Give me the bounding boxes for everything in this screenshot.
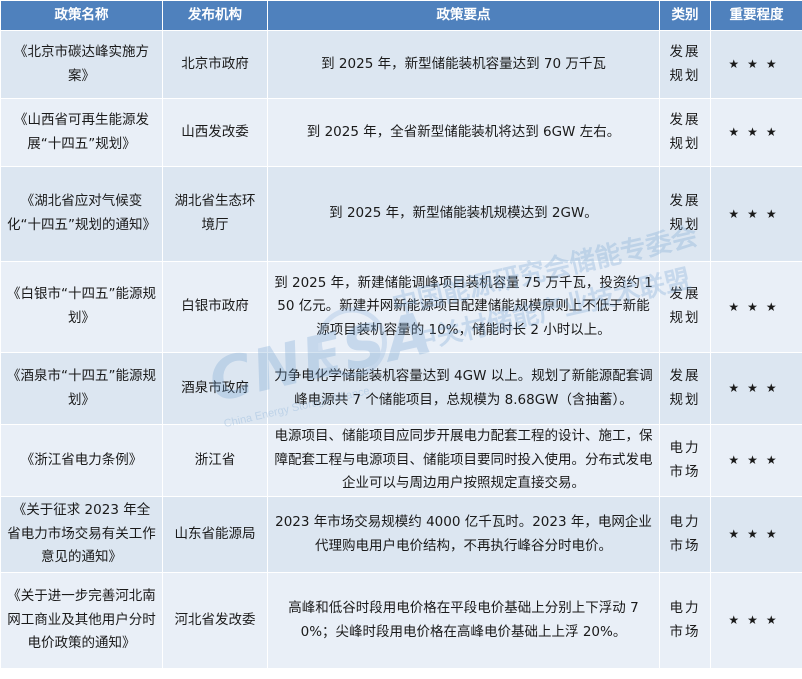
importance-stars: ★★★ xyxy=(710,261,802,353)
policy-name: 《湖北省应对气候变化“十四五”规划的通知》 xyxy=(0,166,163,262)
table-row: 《关于征求 2023 年全省电力市场交易有关工作意见的通知》 山东省能源局 20… xyxy=(0,496,802,573)
header-policy-name: 政策名称 xyxy=(0,0,163,31)
key-points: 到 2025 年，新建储能调峰项目装机容量 75 万千瓦，投资约 150 亿元。… xyxy=(267,261,660,353)
header-issuer: 发布机构 xyxy=(162,0,268,31)
policy-table: 政策名称 发布机构 政策要点 类别 重要程度 《北京市碳达峰实施方案》 北京市政… xyxy=(0,0,802,669)
table-row: 《北京市碳达峰实施方案》 北京市政府 到 2025 年，新型储能装机容量达到 7… xyxy=(0,30,802,99)
category: 发展规划 xyxy=(659,98,711,167)
category: 发展规划 xyxy=(659,261,711,353)
policy-name: 《酒泉市“十四五”能源规划》 xyxy=(0,352,163,425)
table-row: 《酒泉市“十四五”能源规划》 酒泉市政府 力争电化学储能装机容量达到 4GW 以… xyxy=(0,352,802,425)
category: 发展规划 xyxy=(659,166,711,262)
key-points: 2023 年市场交易规模约 4000 亿千瓦时。2023 年，电网企业代理购电用… xyxy=(267,496,660,573)
policy-name: 《北京市碳达峰实施方案》 xyxy=(0,30,163,99)
issuer: 山东省能源局 xyxy=(162,496,268,573)
importance-stars: ★★★ xyxy=(710,496,802,573)
table-row: 《关于进一步完善河北南网工商业及其他用户分时电价政策的通知》 河北省发改委 高峰… xyxy=(0,572,802,669)
importance-stars: ★★★ xyxy=(710,424,802,497)
policy-table-page: 政策名称 发布机构 政策要点 类别 重要程度 《北京市碳达峰实施方案》 北京市政… xyxy=(0,0,802,679)
table-row: 《浙江省电力条例》 浙江省 电源项目、储能项目应同步开展电力配套工程的设计、施工… xyxy=(0,424,802,497)
category: 发展规划 xyxy=(659,30,711,99)
issuer: 河北省发改委 xyxy=(162,572,268,669)
category: 发展规划 xyxy=(659,352,711,425)
key-points: 到 2025 年，全省新型储能装机将达到 6GW 左右。 xyxy=(267,98,660,167)
issuer: 山西发改委 xyxy=(162,98,268,167)
key-points: 到 2025 年，新型储能装机容量达到 70 万千瓦 xyxy=(267,30,660,99)
policy-name: 《关于征求 2023 年全省电力市场交易有关工作意见的通知》 xyxy=(0,496,163,573)
key-points: 电源项目、储能项目应同步开展电力配套工程的设计、施工，保障配套工程与电源项目、储… xyxy=(267,424,660,497)
policy-name: 《浙江省电力条例》 xyxy=(0,424,163,497)
issuer: 浙江省 xyxy=(162,424,268,497)
importance-stars: ★★★ xyxy=(710,98,802,167)
importance-stars: ★★★ xyxy=(710,30,802,99)
category: 电力市场 xyxy=(659,424,711,497)
policy-name: 《关于进一步完善河北南网工商业及其他用户分时电价政策的通知》 xyxy=(0,572,163,669)
importance-stars: ★★★ xyxy=(710,572,802,669)
issuer: 北京市政府 xyxy=(162,30,268,99)
policy-name: 《山西省可再生能源发展“十四五”规划》 xyxy=(0,98,163,167)
key-points: 到 2025 年，新型储能装机规模达到 2GW。 xyxy=(267,166,660,262)
table-row: 《白银市“十四五”能源规划》 白银市政府 到 2025 年，新建储能调峰项目装机… xyxy=(0,261,802,353)
table-row: 《山西省可再生能源发展“十四五”规划》 山西发改委 到 2025 年，全省新型储… xyxy=(0,98,802,167)
issuer: 酒泉市政府 xyxy=(162,352,268,425)
key-points: 高峰和低谷时段用电价格在平段电价基础上分别上下浮动 70%；尖峰时段用电价格在高… xyxy=(267,572,660,669)
issuer: 湖北省生态环境厅 xyxy=(162,166,268,262)
header-category: 类别 xyxy=(659,0,711,31)
category: 电力市场 xyxy=(659,496,711,573)
table-header-row: 政策名称 发布机构 政策要点 类别 重要程度 xyxy=(0,0,802,31)
importance-stars: ★★★ xyxy=(710,166,802,262)
header-key-points: 政策要点 xyxy=(267,0,660,31)
policy-name: 《白银市“十四五”能源规划》 xyxy=(0,261,163,353)
table-row: 《湖北省应对气候变化“十四五”规划的通知》 湖北省生态环境厅 到 2025 年，… xyxy=(0,166,802,262)
issuer: 白银市政府 xyxy=(162,261,268,353)
category: 电力市场 xyxy=(659,572,711,669)
importance-stars: ★★★ xyxy=(710,352,802,425)
key-points: 力争电化学储能装机容量达到 4GW 以上。规划了新能源配套调峰电源共 7 个储能… xyxy=(267,352,660,425)
header-importance: 重要程度 xyxy=(710,0,802,31)
